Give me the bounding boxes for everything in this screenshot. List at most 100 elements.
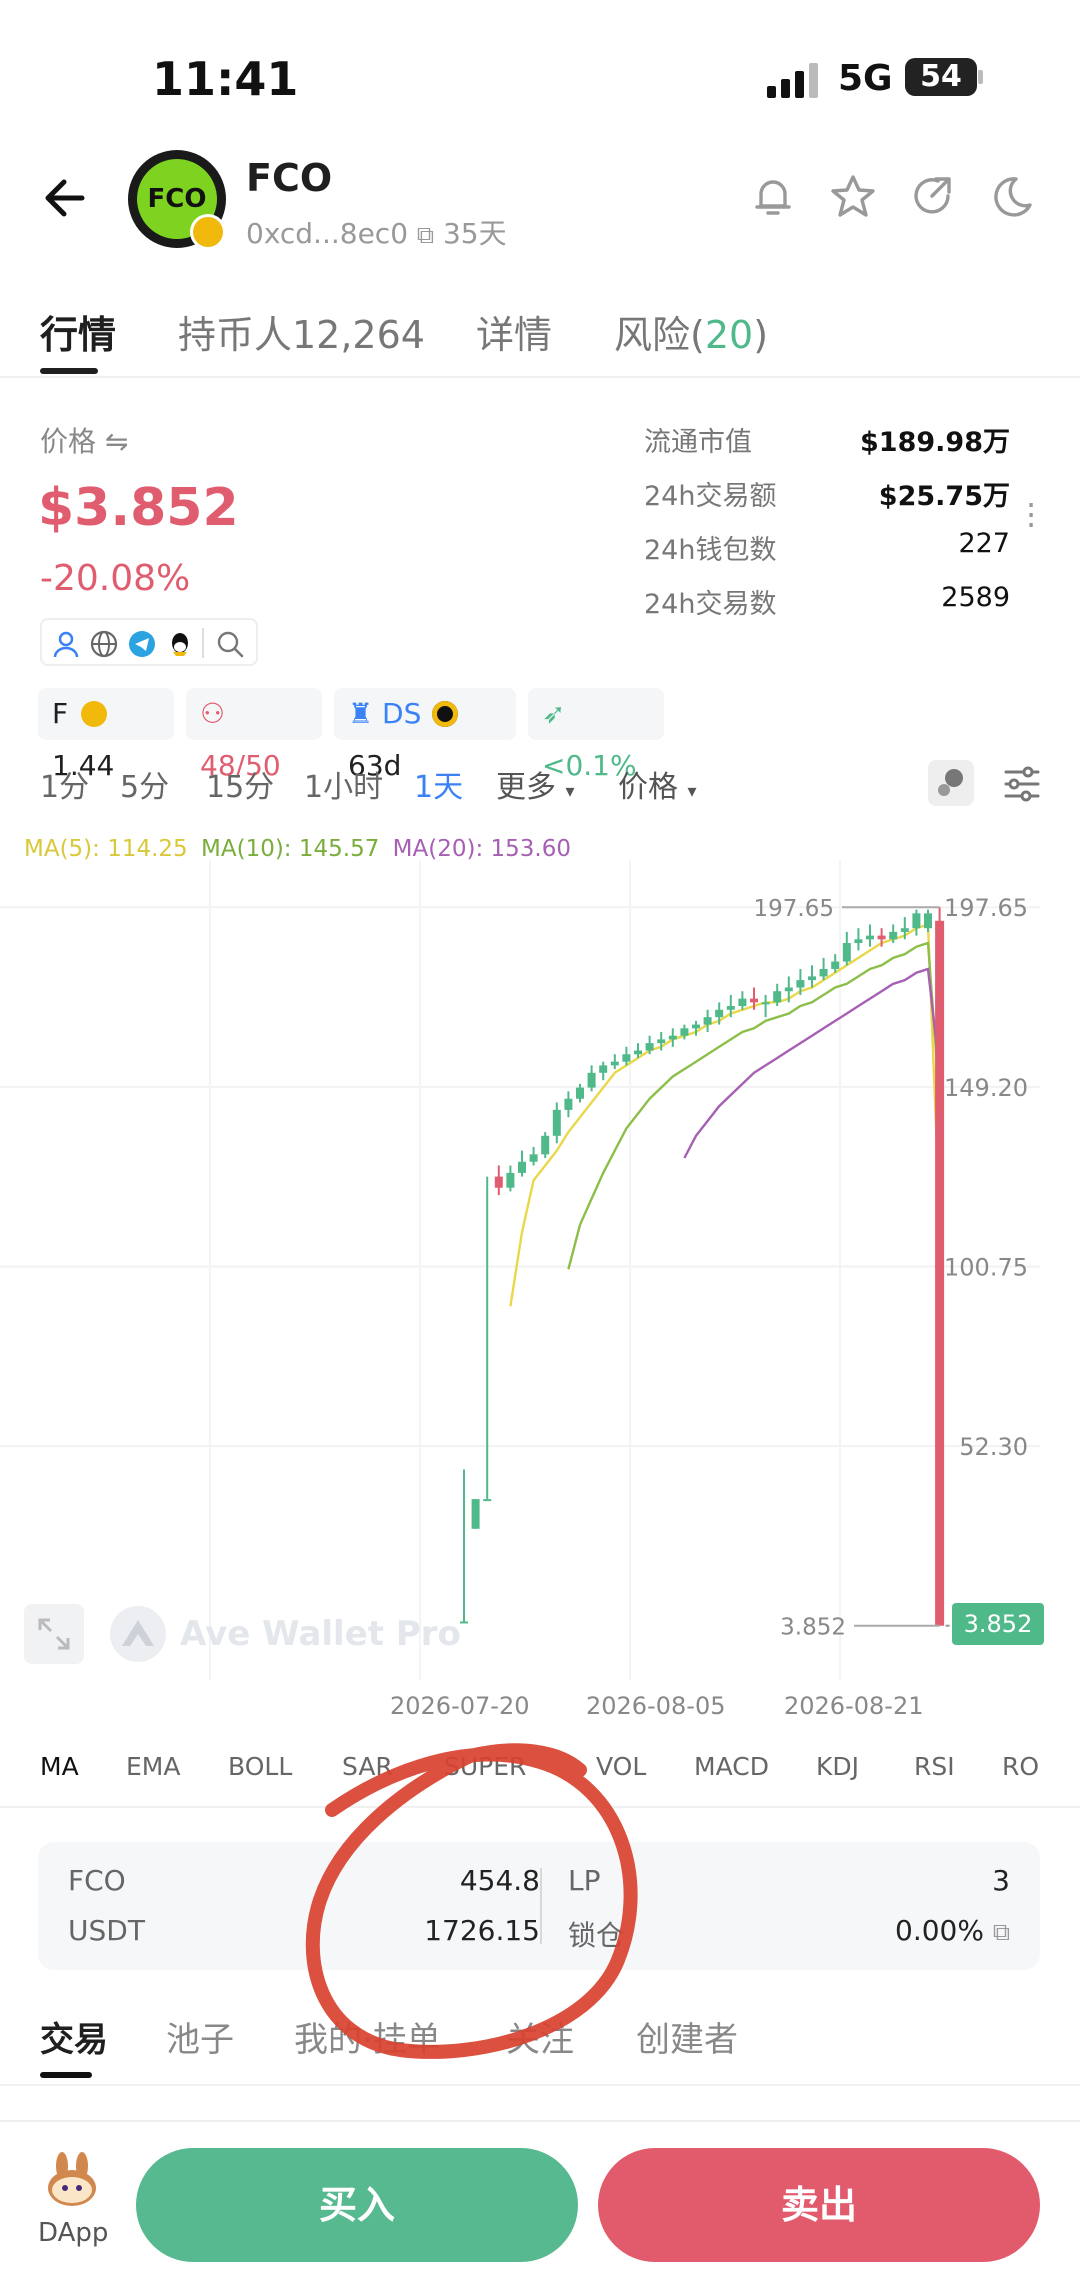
pool-lock-value-row[interactable]: 0.00% ⧉ bbox=[895, 1914, 1010, 1947]
pill-f-label: F bbox=[52, 697, 69, 730]
candle-body bbox=[831, 961, 840, 969]
pool-divider bbox=[540, 1868, 542, 1944]
candle-body bbox=[854, 939, 863, 944]
pill-dev-status[interactable]: ♜ DS 63d bbox=[334, 688, 516, 782]
indicator-super[interactable]: SUPER bbox=[444, 1752, 526, 1781]
candle-body bbox=[622, 1054, 631, 1062]
star-icon[interactable] bbox=[828, 172, 878, 222]
moon-icon[interactable] bbox=[986, 172, 1036, 222]
indicator-macd[interactable]: MACD bbox=[694, 1752, 769, 1781]
settings-sliders-icon[interactable] bbox=[1002, 764, 1042, 804]
caret-down-icon: ▾ bbox=[687, 781, 697, 802]
stat-label-wallets: 24h钱包数 bbox=[644, 535, 777, 566]
user-icon[interactable] bbox=[52, 630, 80, 658]
bottom-tab-my-orders[interactable]: 我的·挂单 bbox=[294, 2012, 441, 2061]
chart-mode-select[interactable]: 价格 ▾ bbox=[618, 762, 697, 806]
token-address[interactable]: 0xcd...8ec0 bbox=[246, 217, 408, 250]
buy-button[interactable]: 买入 bbox=[136, 2148, 578, 2262]
bell-icon[interactable] bbox=[748, 172, 798, 222]
timeframe-15m[interactable]: 15分 bbox=[206, 762, 274, 806]
indicator-ma[interactable]: MA bbox=[40, 1752, 79, 1781]
price-value: $3.852 bbox=[38, 478, 239, 538]
back-arrow-icon[interactable] bbox=[40, 170, 96, 226]
network-label: 5G bbox=[838, 58, 893, 99]
tab-market[interactable]: 行情 bbox=[40, 304, 116, 359]
indicator-rsi[interactable]: RSI bbox=[914, 1752, 955, 1781]
dapp-label[interactable]: DApp bbox=[38, 2218, 108, 2248]
candle-body bbox=[726, 1006, 735, 1010]
candle-body bbox=[784, 987, 793, 992]
search-icon[interactable] bbox=[216, 630, 244, 658]
ma-legend: MA(5): 114.25 MA(10): 145.57 MA(20): 153… bbox=[24, 836, 571, 862]
qq-icon[interactable] bbox=[166, 630, 194, 658]
indicator-boll[interactable]: BOLL bbox=[228, 1752, 292, 1781]
action-bar-divider bbox=[0, 2120, 1080, 2122]
indicator-sar[interactable]: SAR bbox=[342, 1752, 393, 1781]
pancake-bunny-icon[interactable] bbox=[42, 2150, 102, 2210]
candle-body bbox=[842, 943, 851, 962]
candle-body bbox=[924, 913, 932, 929]
timeframe-more[interactable]: 更多 ▾ bbox=[496, 762, 575, 806]
ma-lines bbox=[509, 922, 941, 1307]
pill-top-holders[interactable]: ⚇ 48/50 bbox=[186, 688, 322, 782]
rocket-icon: ➶ bbox=[542, 697, 566, 730]
candle-body bbox=[610, 1061, 619, 1066]
timeframe-more-label: 更多 bbox=[496, 770, 556, 805]
low-marker-label: 3.852 bbox=[780, 1615, 846, 1641]
candle-body bbox=[692, 1024, 700, 1029]
pool-lp-value: 3 bbox=[992, 1864, 1010, 1897]
bottom-tab-pools[interactable]: 池子 bbox=[166, 2012, 234, 2061]
timeframe-1h[interactable]: 1小时 bbox=[304, 762, 383, 806]
tab-details[interactable]: 详情 bbox=[476, 304, 552, 359]
tabs-divider bbox=[0, 376, 1080, 378]
price-label[interactable]: 价格 ⇋ bbox=[40, 420, 128, 460]
globe-icon[interactable] bbox=[90, 630, 118, 658]
bottom-tab-trade[interactable]: 交易 bbox=[40, 2012, 108, 2061]
timeframe-1m[interactable]: 1分 bbox=[40, 762, 89, 806]
more-vertical-icon[interactable]: · · · bbox=[1026, 489, 1036, 541]
pill-tax[interactable]: ➶ <0.1% bbox=[528, 688, 664, 782]
sell-button[interactable]: 卖出 bbox=[598, 2148, 1040, 2262]
price-change: -20.08% bbox=[40, 558, 191, 599]
drawing-tool-button[interactable] bbox=[928, 760, 974, 806]
tab-risk-count: 20 bbox=[704, 313, 754, 357]
bubble-icon bbox=[938, 769, 963, 796]
candle-body bbox=[657, 1039, 666, 1044]
battery-icon: 54 bbox=[905, 58, 977, 96]
timeframe-5m[interactable]: 5分 bbox=[120, 762, 169, 806]
bnb-dark-icon bbox=[432, 701, 459, 727]
indicator-kdj[interactable]: KDJ bbox=[816, 1752, 859, 1781]
bnb-icon bbox=[81, 701, 108, 727]
social-divider bbox=[202, 628, 204, 658]
copy-icon[interactable]: ⧉ bbox=[417, 221, 434, 249]
candle-body bbox=[529, 1154, 538, 1162]
expand-chart-button[interactable] bbox=[24, 1604, 84, 1664]
battery-level: 54 bbox=[920, 59, 962, 94]
indicator-roc[interactable]: RO bbox=[1002, 1752, 1039, 1781]
candle-body bbox=[506, 1172, 515, 1188]
indicator-divider bbox=[0, 1806, 1080, 1808]
share-icon[interactable] bbox=[908, 172, 958, 222]
bottom-tab-creator[interactable]: 创建者 bbox=[636, 2012, 738, 2061]
candle-body bbox=[808, 976, 816, 981]
stat-label-market-cap: 流通市值 bbox=[644, 427, 752, 458]
ma5-legend: MA(5): 114.25 bbox=[24, 836, 188, 862]
chart-mode-label: 价格 bbox=[618, 770, 678, 805]
candle-body bbox=[877, 935, 886, 940]
social-links bbox=[40, 618, 258, 666]
candle-body bbox=[587, 1072, 596, 1088]
indicator-ema[interactable]: EMA bbox=[126, 1752, 180, 1781]
y-tick-label: 100.75 bbox=[944, 1253, 1028, 1281]
timeframe-1d[interactable]: 1天 bbox=[414, 762, 463, 806]
pill-f-score[interactable]: F 1.44 bbox=[38, 688, 174, 782]
chart-markers: 197.65 3.852 bbox=[754, 896, 950, 1641]
battery-tip bbox=[978, 70, 983, 84]
bottom-tab-follow[interactable]: 关注 bbox=[506, 2012, 574, 2061]
telegram-icon[interactable] bbox=[128, 630, 156, 658]
candlestick-chart[interactable]: 197.65 149.20 100.75 52.30 197.65 3.852 bbox=[0, 860, 1080, 1680]
token-name: FCO bbox=[246, 156, 333, 200]
tab-holders[interactable]: 持币人12,264 bbox=[178, 304, 425, 359]
indicator-vol[interactable]: VOL bbox=[596, 1752, 646, 1781]
tab-risk[interactable]: 风险(20) bbox=[614, 304, 768, 359]
candle-body bbox=[738, 998, 747, 1007]
